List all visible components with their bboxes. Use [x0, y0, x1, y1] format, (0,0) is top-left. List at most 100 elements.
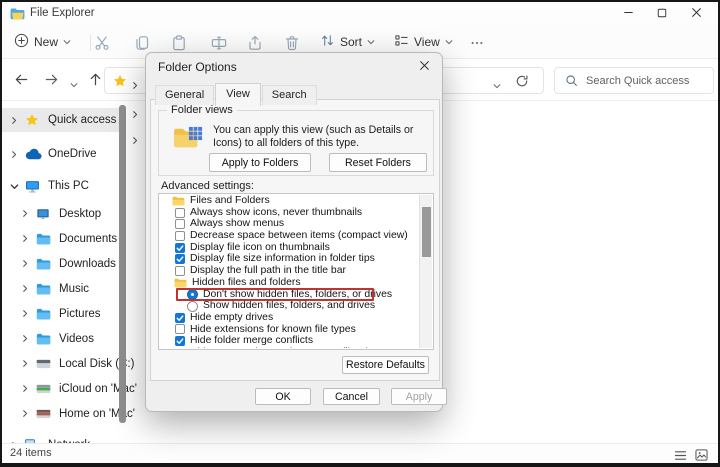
rename-button[interactable]	[211, 35, 227, 51]
chevron-right-icon[interactable]	[21, 359, 30, 368]
details-view-icon[interactable]	[674, 448, 688, 461]
minimize-icon	[623, 5, 634, 23]
sort-button[interactable]: Sort	[320, 33, 375, 51]
advanced-setting-row-dont-show-hidden[interactable]: Don't show hidden files, folders, or dri…	[160, 289, 419, 301]
sidebar-item-videos[interactable]: Videos	[2, 326, 120, 351]
back-button[interactable]	[14, 72, 30, 88]
chevron-right-icon[interactable]	[21, 384, 30, 393]
see-more-button[interactable]	[470, 36, 486, 52]
sidebar-item-documents[interactable]: Documents	[2, 226, 120, 251]
section-collapse-icon[interactable]	[131, 132, 140, 141]
folder-views-group: Folder views You can apply this view (su…	[158, 110, 434, 176]
paste-button[interactable]	[171, 35, 187, 51]
close-button[interactable]	[682, 4, 710, 23]
reset-folders-button[interactable]: Reset Folders	[329, 153, 427, 172]
apply-to-folders-button[interactable]: Apply to Folders	[209, 153, 311, 172]
view-tab-page: Folder views You can apply this view (su…	[150, 99, 440, 381]
checkbox[interactable]	[175, 243, 185, 253]
radio-button[interactable]	[187, 301, 198, 312]
folder-icon	[172, 196, 185, 206]
file-explorer-window: File Explorer New Sort View	[0, 0, 720, 467]
sidebar-item-music[interactable]: Music	[2, 276, 120, 301]
recent-locations-button[interactable]	[70, 76, 79, 92]
sidebar-item-onedrive[interactable]: OneDrive	[2, 142, 120, 166]
section-collapse-icon[interactable]	[131, 106, 140, 115]
sidebar-item-label: This PC	[48, 180, 89, 192]
chevron-right-icon[interactable]	[10, 150, 19, 159]
advanced-setting-row[interactable]: Hide protected operating system files (R…	[160, 347, 419, 348]
advanced-setting-row[interactable]: Display file size information in folder …	[160, 253, 419, 265]
advanced-setting-row[interactable]: Always show icons, never thumbnails	[160, 207, 419, 219]
maximize-icon	[657, 5, 667, 23]
chevron-right-icon[interactable]	[21, 309, 30, 318]
ok-button[interactable]: OK	[255, 388, 311, 405]
advanced-group-label: Files and Folders	[190, 195, 270, 207]
large-icons-view-icon[interactable]	[695, 448, 709, 461]
advanced-setting-row[interactable]: Hide extensions for known file types	[160, 324, 419, 336]
breadcrumb-chevron-icon	[131, 77, 139, 95]
icloud-drive-icon	[36, 384, 53, 394]
apply-button[interactable]: Apply	[391, 388, 447, 405]
checkbox[interactable]	[175, 254, 185, 264]
chevron-right-icon[interactable]	[21, 234, 30, 243]
checkbox[interactable]	[175, 231, 185, 241]
cut-button[interactable]	[94, 35, 110, 51]
sidebar-item-label: Music	[59, 283, 89, 295]
maximize-button[interactable]	[648, 4, 676, 23]
sidebar-item-quick-access[interactable]: Quick access	[2, 108, 120, 132]
search-box[interactable]	[554, 67, 714, 94]
advanced-setting-row[interactable]: Show hidden files, folders, and drives	[160, 300, 419, 312]
home-drive-icon	[36, 409, 53, 419]
advanced-setting-row[interactable]: Hide folder merge conflicts	[160, 335, 419, 347]
hard-drive-icon	[36, 359, 53, 369]
list-scrollbar[interactable]	[419, 195, 432, 348]
dialog-close-button[interactable]	[417, 60, 431, 74]
checkbox[interactable]	[175, 324, 185, 334]
chevron-right-icon[interactable]	[21, 334, 30, 343]
sidebar-item-local-disk-c[interactable]: Local Disk (C:)	[2, 351, 120, 376]
chevron-right-icon[interactable]	[21, 209, 30, 218]
advanced-setting-row[interactable]: Display the full path in the title bar	[160, 265, 419, 277]
delete-button[interactable]	[284, 35, 300, 51]
sidebar-item-icloud-on-mac[interactable]: iCloud on 'Mac'	[2, 376, 120, 401]
refresh-icon[interactable]	[515, 74, 529, 88]
cancel-button[interactable]: Cancel	[323, 388, 380, 405]
chevron-right-icon[interactable]	[10, 116, 19, 125]
checkbox[interactable]	[175, 219, 185, 229]
sidebar-item-home-on-mac[interactable]: Home on 'Mac'	[2, 401, 120, 426]
tab-general[interactable]: General	[155, 85, 214, 105]
up-button[interactable]	[88, 72, 104, 88]
chevron-right-icon[interactable]	[21, 284, 30, 293]
view-button[interactable]: View	[394, 33, 453, 51]
chevron-right-icon[interactable]	[21, 409, 30, 418]
checkbox[interactable]	[175, 313, 185, 323]
tab-view[interactable]: View	[215, 83, 261, 106]
sidebar-item-this-pc[interactable]: This PC	[2, 174, 120, 198]
forward-button[interactable]	[44, 72, 60, 88]
sidebar-item-downloads[interactable]: Downloads	[2, 251, 120, 276]
checkbox[interactable]	[175, 208, 185, 218]
chevron-right-icon[interactable]	[21, 259, 30, 268]
advanced-setting-row[interactable]: Decrease space between items (compact vi…	[160, 230, 419, 242]
advanced-setting-row[interactable]: Hide empty drives	[160, 312, 419, 324]
advanced-setting-row[interactable]: Display file icon on thumbnails	[160, 242, 419, 254]
advanced-group-row[interactable]: Hidden files and folders	[160, 277, 419, 289]
radio-button[interactable]	[187, 289, 198, 300]
sidebar-scrollbar[interactable]	[119, 105, 126, 423]
share-button[interactable]	[247, 35, 263, 51]
sidebar-item-pictures[interactable]: Pictures	[2, 301, 120, 326]
minimize-button[interactable]	[614, 4, 642, 23]
advanced-group-row[interactable]: Files and Folders	[160, 195, 419, 207]
address-dropdown-icon[interactable]	[493, 77, 501, 95]
new-button[interactable]: New	[14, 33, 71, 51]
search-input[interactable]	[586, 75, 706, 87]
sidebar-item-desktop[interactable]: Desktop	[2, 201, 120, 226]
restore-defaults-button[interactable]: Restore Defaults	[342, 356, 429, 374]
list-scrollbar-thumb[interactable]	[422, 207, 431, 257]
checkbox[interactable]	[175, 336, 185, 346]
copy-button[interactable]	[134, 35, 150, 51]
advanced-setting-row[interactable]: Always show menus	[160, 218, 419, 230]
chevron-down-icon[interactable]	[10, 182, 19, 191]
tab-search[interactable]: Search	[262, 85, 317, 105]
checkbox[interactable]	[175, 266, 185, 276]
